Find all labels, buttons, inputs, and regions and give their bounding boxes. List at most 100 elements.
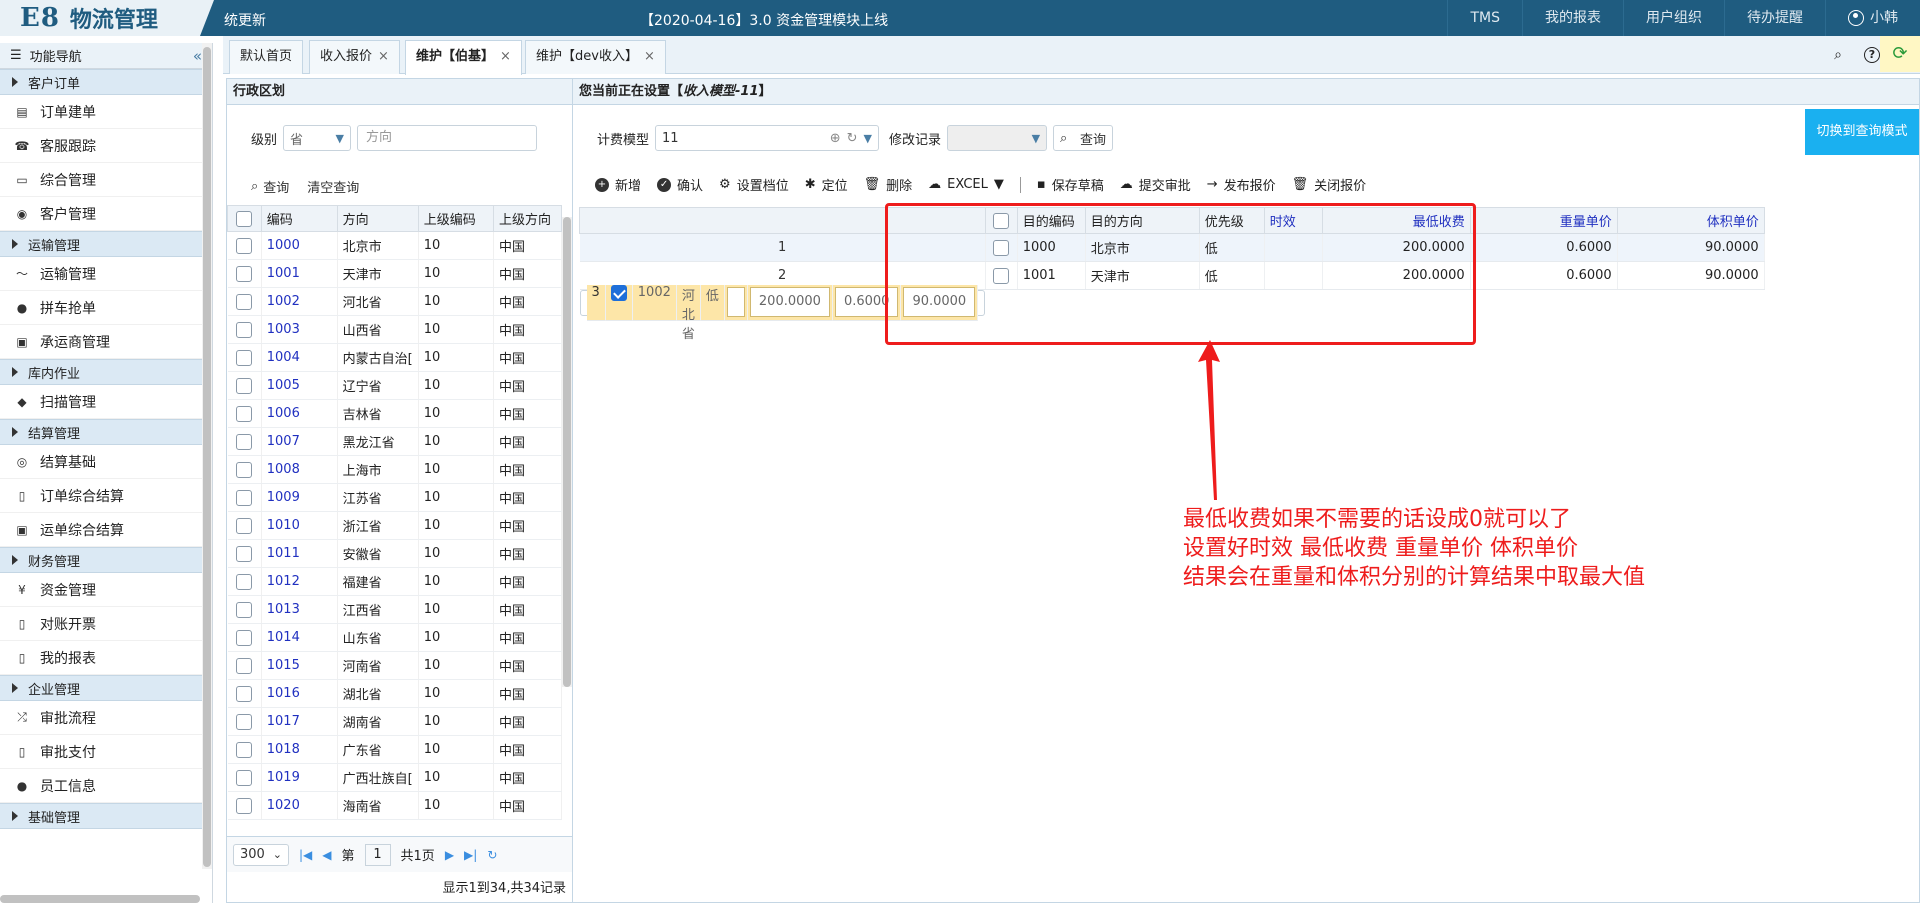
table-row[interactable]: 1008 上海市 10 中国 [227, 455, 562, 484]
table-row[interactable]: 1000 北京市 10 中国 [227, 231, 562, 260]
sidebar-item-order-settlement[interactable]: ▯ 订单综合结算 [0, 479, 212, 513]
row-checkbox[interactable] [236, 797, 253, 814]
cell-direction[interactable]: 山东省 [337, 623, 419, 652]
sidebar-group-settlement[interactable]: 结算管理 [0, 419, 212, 445]
cell-parent-direction[interactable]: 中国 [493, 707, 562, 736]
cell-parent-code[interactable]: 10 [418, 567, 495, 596]
table-row[interactable]: 1001 天津市 10 中国 [227, 259, 562, 288]
sidebar-scrollbar[interactable] [202, 43, 212, 869]
cell-weight-price[interactable]: 0.6000 [1470, 233, 1618, 262]
cell-direction[interactable]: 天津市 [337, 259, 419, 288]
switch-query-mode-button[interactable]: 切换到查询模式 [1805, 109, 1919, 155]
row-checkbox[interactable] [236, 517, 253, 534]
sidebar-group-customer-order[interactable]: 客户订单 [0, 69, 212, 95]
col-min-charge[interactable]: 最低收费 [1321, 207, 1471, 234]
cell-direction[interactable]: 湖南省 [337, 707, 419, 736]
cell-code[interactable]: 1012 [261, 567, 338, 596]
query-button[interactable]: ⌕ 查询 [251, 177, 289, 196]
row-checkbox-cell[interactable] [227, 567, 262, 596]
cell-dest-direction[interactable]: 北京市 [1085, 233, 1200, 262]
locate-button[interactable]: ✱ 定位 [805, 175, 848, 194]
refresh-icon[interactable]: ⟳ [1880, 36, 1920, 72]
col-direction[interactable]: 方向 [336, 205, 419, 232]
topnav-user-menu[interactable]: 小韩 [1825, 0, 1920, 36]
chevron-down-icon[interactable]: ▼ [864, 132, 872, 145]
sidebar-item-my-reports[interactable]: ▯ 我的报表 [0, 641, 212, 675]
cell-direction[interactable]: 江苏省 [337, 483, 419, 512]
col-code[interactable]: 编码 [260, 205, 338, 232]
cell-parent-code[interactable]: 10 [418, 231, 495, 260]
row-checkbox-cell[interactable] [227, 427, 262, 456]
prev-page-icon[interactable]: ◀ [322, 848, 331, 862]
page-number-input[interactable]: 1 [364, 843, 391, 866]
cell-parent-direction[interactable]: 中国 [493, 623, 562, 652]
sidebar-item-order-create[interactable]: ▤ 订单建单 [0, 95, 212, 129]
cell-parent-code[interactable]: 10 [418, 343, 495, 372]
row-checkbox[interactable] [236, 685, 253, 702]
cell-dest-direction[interactable]: 河北省 [676, 285, 701, 342]
cell-parent-code[interactable]: 10 [418, 427, 495, 456]
cell-parent-code[interactable]: 10 [418, 371, 495, 400]
weight-price-input[interactable]: 0.6000 [834, 287, 899, 317]
row-checkbox-cell[interactable] [227, 735, 262, 764]
col-weight-price[interactable]: 重量单价 [1469, 207, 1618, 234]
row-checkbox[interactable] [236, 377, 253, 394]
cell-code[interactable]: 1014 [261, 623, 338, 652]
tab-home[interactable]: 默认首页 [229, 40, 304, 74]
row-checkbox[interactable] [993, 267, 1010, 284]
direction-input[interactable]: 方向 [357, 125, 538, 151]
sidebar-group-enterprise[interactable]: 企业管理 [0, 675, 212, 701]
cell-dest-code[interactable]: 1001 [1017, 261, 1086, 290]
row-checkbox-cell[interactable] [227, 539, 262, 568]
sidebar-item-customer-mgmt[interactable]: ◉ 客户管理 [0, 197, 212, 231]
cell-priority[interactable]: 低 [700, 285, 725, 321]
cell-parent-code[interactable]: 10 [418, 791, 495, 820]
row-checkbox[interactable] [236, 265, 253, 282]
row-checkbox-cell[interactable] [227, 511, 262, 540]
cell-code[interactable]: 1016 [261, 679, 338, 708]
cell-parent-direction[interactable]: 中国 [493, 287, 562, 316]
add-button[interactable]: + 新增 [595, 175, 641, 194]
cell-parent-code[interactable]: 10 [418, 651, 495, 680]
cell-code[interactable]: 1018 [261, 735, 338, 764]
close-quote-button[interactable]: 🗑 关闭报价 [1292, 175, 1367, 194]
add-circle-icon[interactable]: ⊕ [830, 131, 841, 146]
row-checkbox[interactable] [236, 349, 253, 366]
table-row[interactable]: 1020 海南省 10 中国 [227, 791, 562, 820]
row-checkbox[interactable] [236, 573, 253, 590]
delete-button[interactable]: 🗑 删除 [864, 175, 913, 194]
close-icon[interactable]: × [644, 49, 655, 64]
cell-parent-direction[interactable]: 中国 [493, 427, 562, 456]
row-checkbox[interactable] [236, 293, 253, 310]
cell-parent-code[interactable]: 10 [418, 259, 495, 288]
sidebar-item-scan-mgmt[interactable]: ◆ 扫描管理 [0, 385, 212, 419]
row-checkbox[interactable] [236, 237, 253, 254]
row-checkbox-cell[interactable] [227, 455, 262, 484]
cell-code[interactable]: 1003 [261, 315, 338, 344]
cell-direction[interactable]: 河南省 [337, 651, 419, 680]
cell-parent-direction[interactable]: 中国 [493, 679, 562, 708]
excel-menu-button[interactable]: ☁ EXCEL ▼ [928, 177, 1004, 192]
cell-direction[interactable]: 广西壮族自[ [337, 763, 419, 792]
cell-direction[interactable]: 内蒙古自治[ [337, 343, 419, 372]
row-checkbox-cell[interactable] [227, 287, 262, 316]
row-checkbox-cell[interactable] [227, 679, 262, 708]
cell-parent-code[interactable]: 10 [418, 707, 495, 736]
sidebar-item-waybill-settlement[interactable]: ▣ 运单综合结算 [0, 513, 212, 547]
cell-direction[interactable]: 福建省 [337, 567, 419, 596]
cell-parent-code[interactable]: 10 [418, 735, 495, 764]
sidebar-group-transport[interactable]: 运输管理 [0, 231, 212, 257]
cell-parent-code[interactable]: 10 [418, 679, 495, 708]
topnav-tms[interactable]: TMS [1447, 0, 1522, 36]
sidebar-item-general-mgmt[interactable]: ▭ 综合管理 [0, 163, 212, 197]
history-select[interactable]: ▼ [947, 125, 1048, 151]
save-draft-button[interactable]: ▪ 保存草稿 [1037, 175, 1104, 194]
row-checkbox-cell[interactable] [227, 595, 262, 624]
table-row-selected[interactable]: 3 1002 河北省 低 200.0000 0.6000 90.0000 [579, 285, 986, 342]
cell-parent-direction[interactable]: 中国 [493, 371, 562, 400]
cell-code[interactable]: 1017 [261, 707, 338, 736]
cell-direction[interactable]: 吉林省 [337, 399, 419, 428]
row-checkbox[interactable] [993, 239, 1010, 256]
cell-code[interactable]: 1011 [261, 539, 338, 568]
table-row[interactable]: 1 1000 北京市 低 200.0000 0.6000 90.0000 [579, 233, 1765, 262]
